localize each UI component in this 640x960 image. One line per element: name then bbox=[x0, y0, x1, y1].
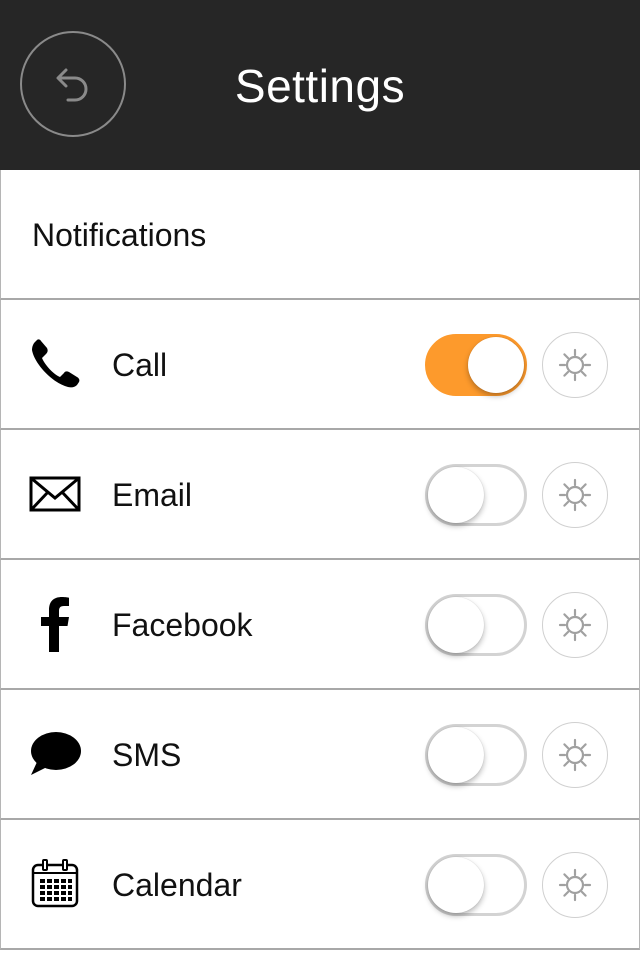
back-button[interactable] bbox=[20, 31, 126, 137]
sms-settings-button[interactable] bbox=[542, 722, 608, 788]
speech-bubble-icon bbox=[27, 728, 83, 780]
phone-icon bbox=[27, 338, 83, 390]
envelope-icon bbox=[27, 468, 83, 520]
sms-toggle[interactable] bbox=[425, 724, 527, 786]
facebook-toggle[interactable] bbox=[425, 594, 527, 656]
email-toggle[interactable] bbox=[425, 464, 527, 526]
gear-icon bbox=[558, 348, 592, 382]
toggle-knob bbox=[428, 597, 484, 653]
settings-list: Notifications Call Email Facebook SMS Ca… bbox=[0, 170, 640, 950]
calendar-icon bbox=[27, 858, 83, 910]
list-item-call[interactable]: Call bbox=[0, 300, 640, 430]
section-title: Notifications bbox=[32, 217, 207, 253]
gear-icon bbox=[558, 478, 592, 512]
gear-icon bbox=[558, 738, 592, 772]
toggle-knob bbox=[468, 337, 524, 393]
call-toggle[interactable] bbox=[425, 334, 527, 396]
gear-icon bbox=[558, 868, 592, 902]
section-header-notifications: Notifications bbox=[0, 170, 640, 300]
calendar-toggle[interactable] bbox=[425, 854, 527, 916]
list-item-email[interactable]: Email bbox=[0, 430, 640, 560]
toggle-knob bbox=[428, 857, 484, 913]
list-item-calendar[interactable]: Calendar bbox=[0, 820, 640, 950]
list-item-sms[interactable]: SMS bbox=[0, 690, 640, 820]
email-settings-button[interactable] bbox=[542, 462, 608, 528]
row-label: Facebook bbox=[112, 607, 253, 643]
undo-arrow-icon bbox=[56, 68, 88, 102]
calendar-settings-button[interactable] bbox=[542, 852, 608, 918]
facebook-settings-button[interactable] bbox=[542, 592, 608, 658]
call-settings-button[interactable] bbox=[542, 332, 608, 398]
row-label: SMS bbox=[112, 737, 182, 773]
toggle-knob bbox=[428, 467, 484, 523]
list-item-facebook[interactable]: Facebook bbox=[0, 560, 640, 690]
toggle-knob bbox=[428, 727, 484, 783]
row-label: Email bbox=[112, 477, 193, 513]
gear-icon bbox=[558, 608, 592, 642]
facebook-icon bbox=[27, 597, 83, 652]
row-label: Call bbox=[112, 347, 168, 383]
row-label: Calendar bbox=[112, 867, 242, 903]
header-bar: Settings bbox=[0, 0, 640, 170]
